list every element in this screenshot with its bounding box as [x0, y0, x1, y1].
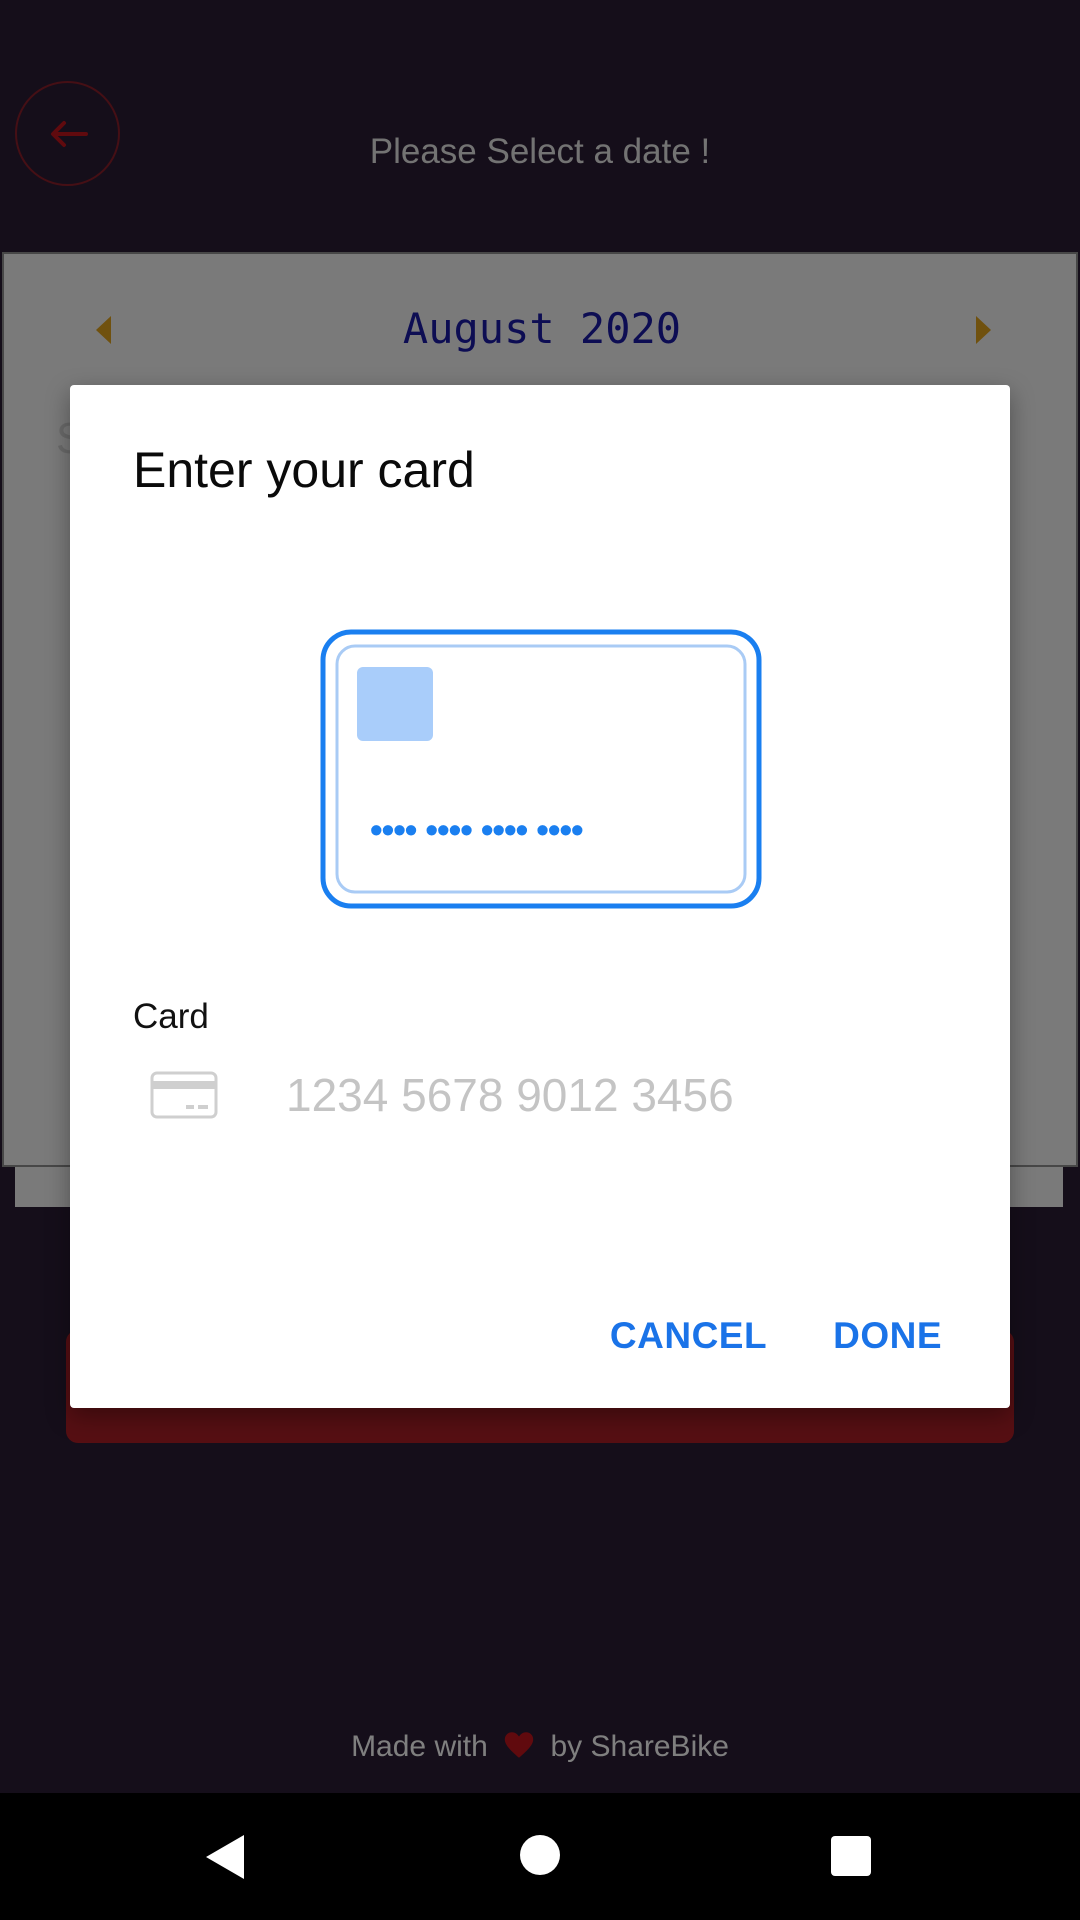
nav-back-icon[interactable]: [206, 1835, 244, 1879]
masked-card-number: •••• •••• •••• ••••: [370, 809, 584, 850]
credit-card-icon: [150, 1071, 218, 1119]
system-navigation-bar: [0, 1793, 1080, 1920]
credit-card-illustration: •••• •••• •••• ••••: [320, 629, 762, 909]
card-entry-dialog: Enter your card •••• •••• •••• •••• Card…: [70, 385, 1010, 1408]
nav-recents-icon[interactable]: [831, 1836, 871, 1876]
nav-home-icon[interactable]: [520, 1835, 560, 1875]
card-field-label: Card: [133, 997, 209, 1036]
done-button[interactable]: DONE: [815, 1305, 960, 1367]
dialog-actions: CANCEL DONE: [562, 1305, 960, 1367]
cancel-button[interactable]: CANCEL: [592, 1305, 785, 1367]
dialog-title: Enter your card: [133, 442, 475, 498]
card-number-input[interactable]: [276, 1055, 936, 1135]
